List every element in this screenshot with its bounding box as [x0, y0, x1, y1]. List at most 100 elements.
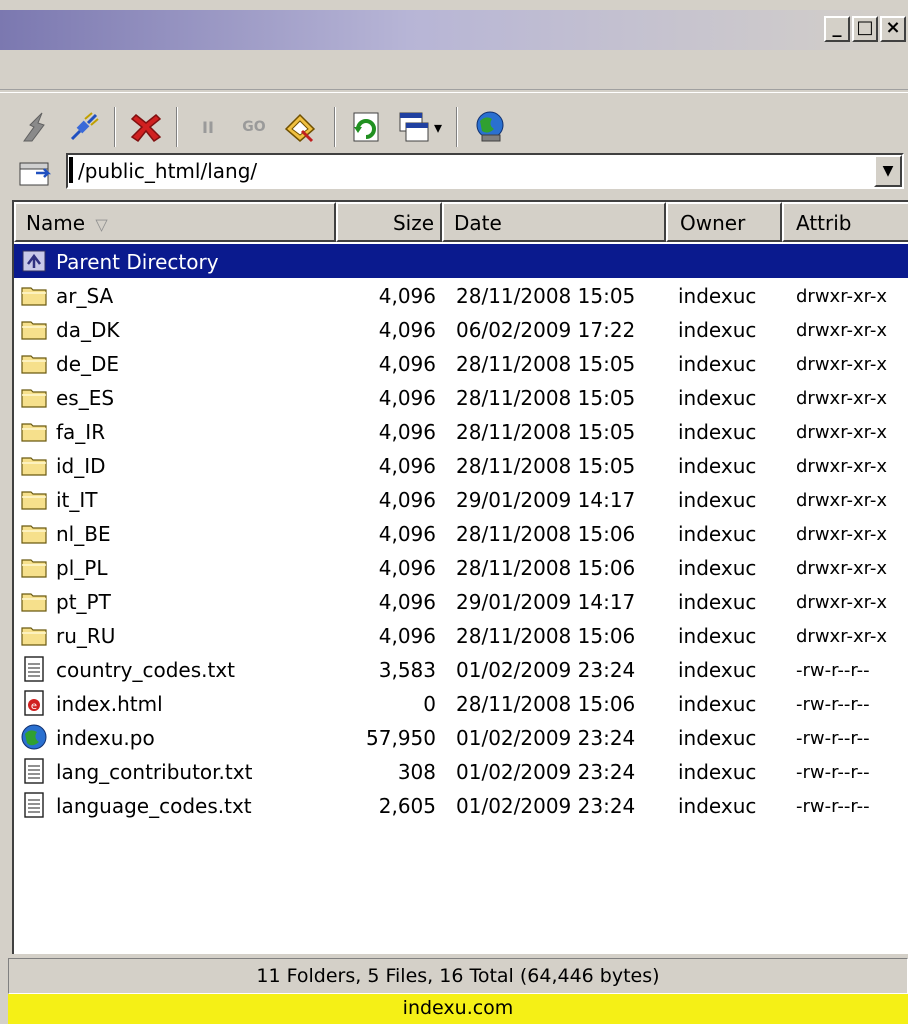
column-date-label: Date	[454, 211, 502, 235]
path-value: /public_html/lang/	[78, 159, 258, 183]
file-row[interactable]: country_codes.txt 3,583 01/02/2009 23:24 in…	[14, 652, 908, 686]
file-row[interactable]: language_codes.txt 2,605 01/02/2009 23:24 i…	[14, 788, 908, 822]
folder-row[interactable]: es_ES 4,096 28/11/2008 15:05 indexuc drwxr-x…	[14, 380, 908, 414]
folder-row[interactable]: ru_RU 4,096 28/11/2008 15:06 indexuc drwxr-x…	[14, 618, 908, 652]
file-owner: indexuc	[678, 420, 757, 444]
pause-button[interactable]: II	[188, 107, 228, 147]
abort-button[interactable]	[126, 107, 166, 147]
minimize-button[interactable]: _	[824, 16, 850, 42]
file-owner: indexuc	[678, 624, 757, 648]
text-file-icon	[20, 656, 48, 682]
menu-band	[0, 50, 908, 90]
column-header: Name ▽ Size Date Owner Attrib	[14, 202, 908, 242]
view-dropdown[interactable]: ▾	[428, 107, 448, 147]
go-button[interactable]: GO	[234, 107, 274, 147]
column-size[interactable]: Size	[336, 202, 442, 242]
connect-button[interactable]	[64, 107, 104, 147]
file-attrib: drwxr-xr-x	[796, 558, 887, 579]
column-date[interactable]: Date	[442, 202, 666, 242]
column-name-label: Name	[26, 211, 86, 235]
file-row[interactable]: e index.html 0 28/11/2008 15:06 indexuc -rw-r…	[14, 686, 908, 720]
folder-icon	[20, 418, 48, 444]
file-date: 01/02/2009 23:24	[456, 760, 636, 784]
file-owner: indexuc	[678, 794, 757, 818]
folder-row[interactable]: de_DE 4,096 28/11/2008 15:05 indexuc drwxr-x…	[14, 346, 908, 380]
parent-directory-row[interactable]: Parent Directory	[14, 244, 908, 278]
folder-row[interactable]: ar_SA 4,096 28/11/2008 15:05 indexuc drwxr-x…	[14, 278, 908, 312]
folder-row[interactable]: id_ID 4,096 28/11/2008 15:05 indexuc drwxr-x…	[14, 448, 908, 482]
folder-row[interactable]: it_IT 4,096 29/01/2009 14:17 indexuc drwxr-x…	[14, 482, 908, 516]
file-name: da_DK	[56, 318, 120, 342]
toolbar-separator	[176, 107, 178, 147]
file-owner: indexuc	[678, 726, 757, 750]
file-row[interactable]: indexu.po 57,950 01/02/2009 23:24 indexuc -r…	[14, 720, 908, 754]
path-bar: /public_html/lang/ ▼	[0, 152, 908, 192]
folder-icon	[20, 350, 48, 376]
file-attrib: drwxr-xr-x	[796, 592, 887, 613]
folder-icon	[20, 588, 48, 614]
refresh-button[interactable]	[346, 107, 386, 147]
file-size: 57,950	[366, 726, 436, 750]
file-owner: indexuc	[678, 386, 757, 410]
file-name: es_ES	[56, 386, 115, 410]
file-size: 4,096	[378, 318, 436, 342]
file-name: language_codes.txt	[56, 794, 252, 818]
maximize-button[interactable]: □	[852, 16, 878, 42]
column-name[interactable]: Name ▽	[14, 202, 336, 242]
file-owner: indexuc	[678, 454, 757, 478]
file-size: 4,096	[378, 420, 436, 444]
file-name: ar_SA	[56, 284, 114, 308]
file-size: 308	[397, 760, 436, 784]
file-name: index.html	[56, 692, 163, 716]
edit-button[interactable]	[280, 107, 320, 147]
file-attrib: drwxr-xr-x	[796, 388, 887, 409]
status-bar: 11 Folders, 5 Files, 16 Total (64,446 by…	[8, 958, 908, 994]
folder-row[interactable]: pt_PT 4,096 29/01/2009 14:17 indexuc drwxr-x…	[14, 584, 908, 618]
file-date: 28/11/2008 15:05	[456, 420, 636, 444]
folder-row[interactable]: nl_BE 4,096 28/11/2008 15:06 indexuc drwxr-x…	[14, 516, 908, 550]
file-size: 0	[423, 692, 436, 716]
file-name: pt_PT	[56, 590, 111, 614]
path-dropdown-button[interactable]: ▼	[874, 155, 902, 187]
folder-icon	[20, 554, 48, 580]
toolbar: II GO ▾	[0, 92, 908, 152]
folder-row[interactable]: da_DK 4,096 06/02/2009 17:22 indexuc drwxr-x…	[14, 312, 908, 346]
site-banner[interactable]: indexu.com	[8, 994, 908, 1024]
file-date: 28/11/2008 15:06	[456, 692, 636, 716]
file-owner: indexuc	[678, 590, 757, 614]
file-date: 28/11/2008 15:06	[456, 624, 636, 648]
file-size: 4,096	[378, 454, 436, 478]
browser-button[interactable]	[470, 107, 510, 147]
folder-row[interactable]: fa_IR 4,096 28/11/2008 15:05 indexuc drwxr-x…	[14, 414, 908, 448]
close-button[interactable]: ×	[880, 16, 906, 42]
file-name: country_codes.txt	[56, 658, 236, 682]
folder-icon	[20, 452, 48, 478]
column-owner[interactable]: Owner	[666, 202, 782, 242]
file-name: id_ID	[56, 454, 106, 478]
path-input[interactable]: /public_html/lang/ ▼	[66, 153, 904, 189]
disconnect-button[interactable]	[18, 107, 58, 147]
view-icon	[399, 112, 429, 142]
file-owner: indexuc	[678, 488, 757, 512]
file-row[interactable]: lang_contributor.txt 308 01/02/2009 23:24 i…	[14, 754, 908, 788]
toolbar-separator	[334, 107, 336, 147]
svg-text:e: e	[31, 701, 37, 712]
folder-icon	[20, 282, 48, 308]
file-name: indexu.po	[56, 726, 155, 750]
file-attrib: drwxr-xr-x	[796, 490, 887, 511]
folder-icon	[20, 384, 48, 410]
folder-icon	[20, 520, 48, 546]
file-attrib: drwxr-xr-x	[796, 320, 887, 341]
file-owner: indexuc	[678, 318, 757, 342]
file-owner: indexuc	[678, 658, 757, 682]
file-owner: indexuc	[678, 556, 757, 580]
file-size: 4,096	[378, 284, 436, 308]
view-button[interactable]	[392, 107, 432, 147]
text-file-icon	[20, 792, 48, 818]
file-date: 28/11/2008 15:06	[456, 556, 636, 580]
file-owner: indexuc	[678, 522, 757, 546]
folder-row[interactable]: pl_PL 4,096 28/11/2008 15:06 indexuc drwxr-x…	[14, 550, 908, 584]
column-attrib[interactable]: Attrib	[782, 202, 908, 242]
file-attrib: drwxr-xr-x	[796, 626, 887, 647]
file-list[interactable]: Name ▽ Size Date Owner Attrib Parent Dir…	[12, 200, 908, 954]
